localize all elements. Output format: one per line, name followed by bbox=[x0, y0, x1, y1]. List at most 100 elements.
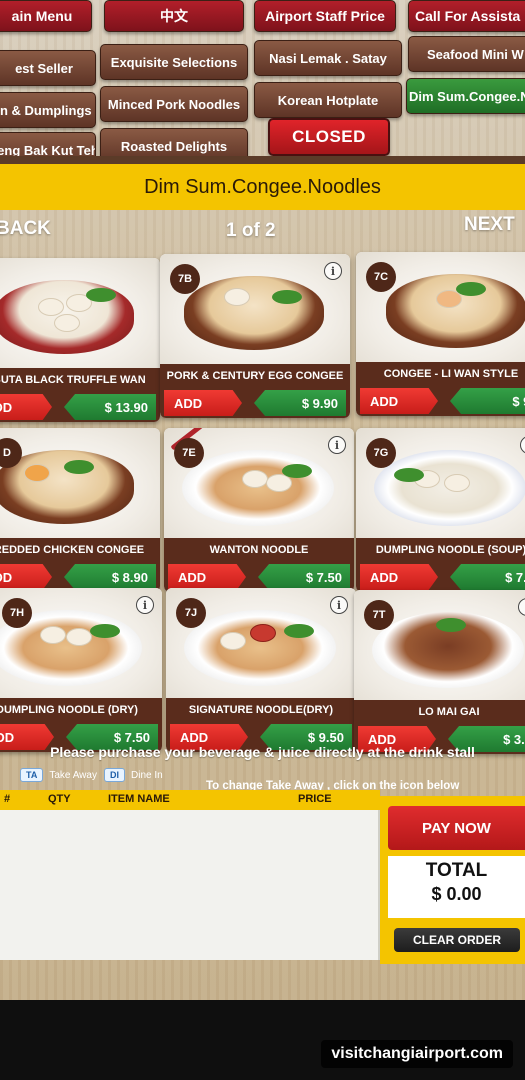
watermark: visitchangiairport.com bbox=[321, 1040, 513, 1068]
add-button[interactable]: ADD bbox=[0, 394, 52, 420]
airport-staff-price-label: Airport Staff Price bbox=[265, 8, 385, 24]
order-table-header: # QTY ITEM NAME PRICE bbox=[0, 790, 380, 810]
take-away-badge: TA bbox=[20, 768, 44, 782]
col-number: # bbox=[4, 793, 11, 805]
food-photo: 7B i bbox=[160, 254, 350, 364]
col-item-name: ITEM NAME bbox=[108, 793, 170, 805]
item-name: OBUTA BLACK TRUFFLE WAN bbox=[0, 368, 160, 392]
menu-item-card[interactable]: 7E i WANTON NOODLE ADD $ 7.50 bbox=[164, 428, 354, 592]
main-menu-button[interactable]: ain Menu bbox=[0, 0, 92, 32]
closed-sign: CLOSED bbox=[268, 118, 390, 156]
info-icon[interactable]: i bbox=[520, 436, 525, 454]
item-price: $ 13.90 bbox=[64, 394, 156, 420]
category-wanton-dumplings[interactable]: in & Dumplings bbox=[0, 92, 96, 128]
pay-now-button[interactable]: PAY NOW bbox=[388, 806, 525, 850]
menu-item-card[interactable]: D HREDDED CHICKEN CONGEE ADD $ 8.90 bbox=[0, 428, 160, 592]
clear-order-button[interactable]: CLEAR ORDER bbox=[394, 928, 520, 952]
category-korean-hotplate[interactable]: Korean Hotplate bbox=[254, 82, 402, 118]
menu-item-card[interactable]: 7B i PORK & CENTURY EGG CONGEE ADD $ 9.90 bbox=[160, 254, 350, 418]
add-button[interactable]: ADD bbox=[360, 564, 438, 590]
call-for-assistance-label: Call For Assista bbox=[415, 8, 521, 24]
food-photo bbox=[0, 258, 160, 368]
item-price: $ 7.5 bbox=[450, 564, 525, 590]
category-label: Minced Pork Noodles bbox=[107, 96, 241, 112]
next-button[interactable]: NEXT bbox=[464, 214, 515, 236]
dine-in-label: Dine In bbox=[131, 769, 163, 781]
category-best-seller[interactable]: est Seller bbox=[0, 50, 96, 86]
call-for-assistance-button[interactable]: Call For Assista bbox=[408, 0, 525, 32]
item-code-badge: 7H bbox=[2, 598, 32, 628]
section-title: Dim Sum.Congee.Noodles bbox=[144, 175, 381, 198]
item-name: WANTON NOODLE bbox=[164, 538, 354, 562]
add-button[interactable]: ADD bbox=[0, 564, 52, 590]
category-exquisite-selections[interactable]: Exquisite Selections bbox=[100, 44, 248, 80]
menu-item-card[interactable]: 7C CONGEE - LI WAN STYLE ADD $ 9. bbox=[356, 252, 525, 416]
col-qty: QTY bbox=[48, 793, 71, 805]
take-away-legend: TA Take Away bbox=[20, 768, 97, 782]
info-icon[interactable]: i bbox=[330, 596, 348, 614]
chinese-language-button[interactable]: 中文 bbox=[104, 0, 244, 32]
page-indicator: 1 of 2 bbox=[226, 220, 276, 242]
add-button[interactable]: ADD bbox=[168, 564, 246, 590]
menu-item-card[interactable]: 7J i SIGNATURE NOODLE(DRY) ADD $ 9.50 bbox=[166, 588, 356, 752]
closed-label: CLOSED bbox=[292, 127, 366, 146]
food-photo: D bbox=[0, 428, 160, 538]
back-button[interactable]: BACK bbox=[0, 218, 51, 240]
item-name: DUMPLING NOODLE (SOUP) bbox=[356, 538, 525, 562]
food-photo: 7C bbox=[356, 252, 525, 362]
category-label: in & Dumplings bbox=[0, 102, 92, 118]
menu-item-card[interactable]: OBUTA BLACK TRUFFLE WAN ADD $ 13.90 bbox=[0, 258, 160, 422]
category-seafood-mini-wok[interactable]: Seafood Mini W bbox=[408, 36, 525, 72]
checkout-panel: PAY NOW TOTAL $ 0.00 CLEAR ORDER bbox=[380, 796, 525, 964]
category-label: Nasi Lemak . Satay bbox=[269, 50, 387, 66]
item-code-badge: 7C bbox=[366, 262, 396, 292]
col-price: PRICE bbox=[298, 793, 332, 805]
category-label: est Seller bbox=[15, 60, 73, 76]
page-label: 1 of 2 bbox=[226, 220, 276, 241]
food-photo: 7H i bbox=[0, 588, 162, 698]
dine-in-legend: DI Dine In bbox=[104, 768, 163, 782]
item-name: HREDDED CHICKEN CONGEE bbox=[0, 538, 160, 562]
food-photo: 7T i bbox=[354, 590, 525, 700]
food-photo: 7J i bbox=[166, 588, 356, 698]
order-list[interactable] bbox=[0, 810, 380, 960]
category-divider bbox=[0, 156, 525, 164]
category-dim-sum-congee-noodles[interactable]: Dim Sum.Congee.N bbox=[406, 78, 525, 114]
item-price: $ 7.50 bbox=[258, 564, 350, 590]
menu-item-card[interactable]: 7T i LO MAI GAI ADD$ 3.9 bbox=[354, 590, 525, 754]
add-button[interactable]: ADD bbox=[360, 388, 438, 414]
item-name: DUMPLING NOODLE (DRY) bbox=[0, 698, 162, 722]
airport-staff-price-button[interactable]: Airport Staff Price bbox=[254, 0, 396, 32]
category-label: Seafood Mini W bbox=[427, 46, 524, 62]
food-photo: 7E i bbox=[164, 428, 354, 538]
category-nasi-lemak-satay[interactable]: Nasi Lemak . Satay bbox=[254, 40, 402, 76]
chinese-label: 中文 bbox=[160, 8, 188, 24]
info-icon[interactable]: i bbox=[518, 598, 525, 616]
category-label: Roasted Delights bbox=[120, 138, 228, 154]
item-name: PORK & CENTURY EGG CONGEE bbox=[160, 364, 350, 388]
main-menu-label: ain Menu bbox=[11, 8, 73, 24]
menu-item-card[interactable]: 7G i DUMPLING NOODLE (SOUP) ADD $ 7.5 bbox=[356, 428, 525, 592]
info-icon[interactable]: i bbox=[324, 262, 342, 280]
info-icon[interactable]: i bbox=[328, 436, 346, 454]
add-button[interactable]: ADD bbox=[164, 390, 242, 416]
kiosk-screen: ain Menu 中文 Airport Staff Price Call For… bbox=[0, 0, 525, 1000]
food-photo: 7G i bbox=[356, 428, 525, 538]
item-code-badge: 7E bbox=[174, 438, 204, 468]
menu-item-card[interactable]: 7H i DUMPLING NOODLE (DRY) ADD$ 7.50 bbox=[0, 588, 162, 752]
info-icon[interactable]: i bbox=[136, 596, 154, 614]
beverage-notice: Please purchase your beverage & juice di… bbox=[50, 744, 475, 760]
item-code-badge: 7B bbox=[170, 264, 200, 294]
total-box: TOTAL $ 0.00 bbox=[388, 856, 525, 918]
category-label: Exquisite Selections bbox=[110, 54, 238, 70]
section-title-bar: Dim Sum.Congee.Noodles bbox=[0, 164, 525, 210]
next-label: NEXT bbox=[464, 214, 515, 235]
item-price: $ 8.90 bbox=[64, 564, 156, 590]
item-name: CONGEE - LI WAN STYLE bbox=[356, 362, 525, 386]
item-code-badge: 7G bbox=[366, 438, 396, 468]
item-name: LO MAI GAI bbox=[354, 700, 525, 724]
back-label: BACK bbox=[0, 218, 51, 239]
take-away-label: Take Away bbox=[49, 769, 97, 781]
category-minced-pork-noodles[interactable]: Minced Pork Noodles bbox=[100, 86, 248, 122]
item-price: $ 9.90 bbox=[254, 390, 346, 416]
